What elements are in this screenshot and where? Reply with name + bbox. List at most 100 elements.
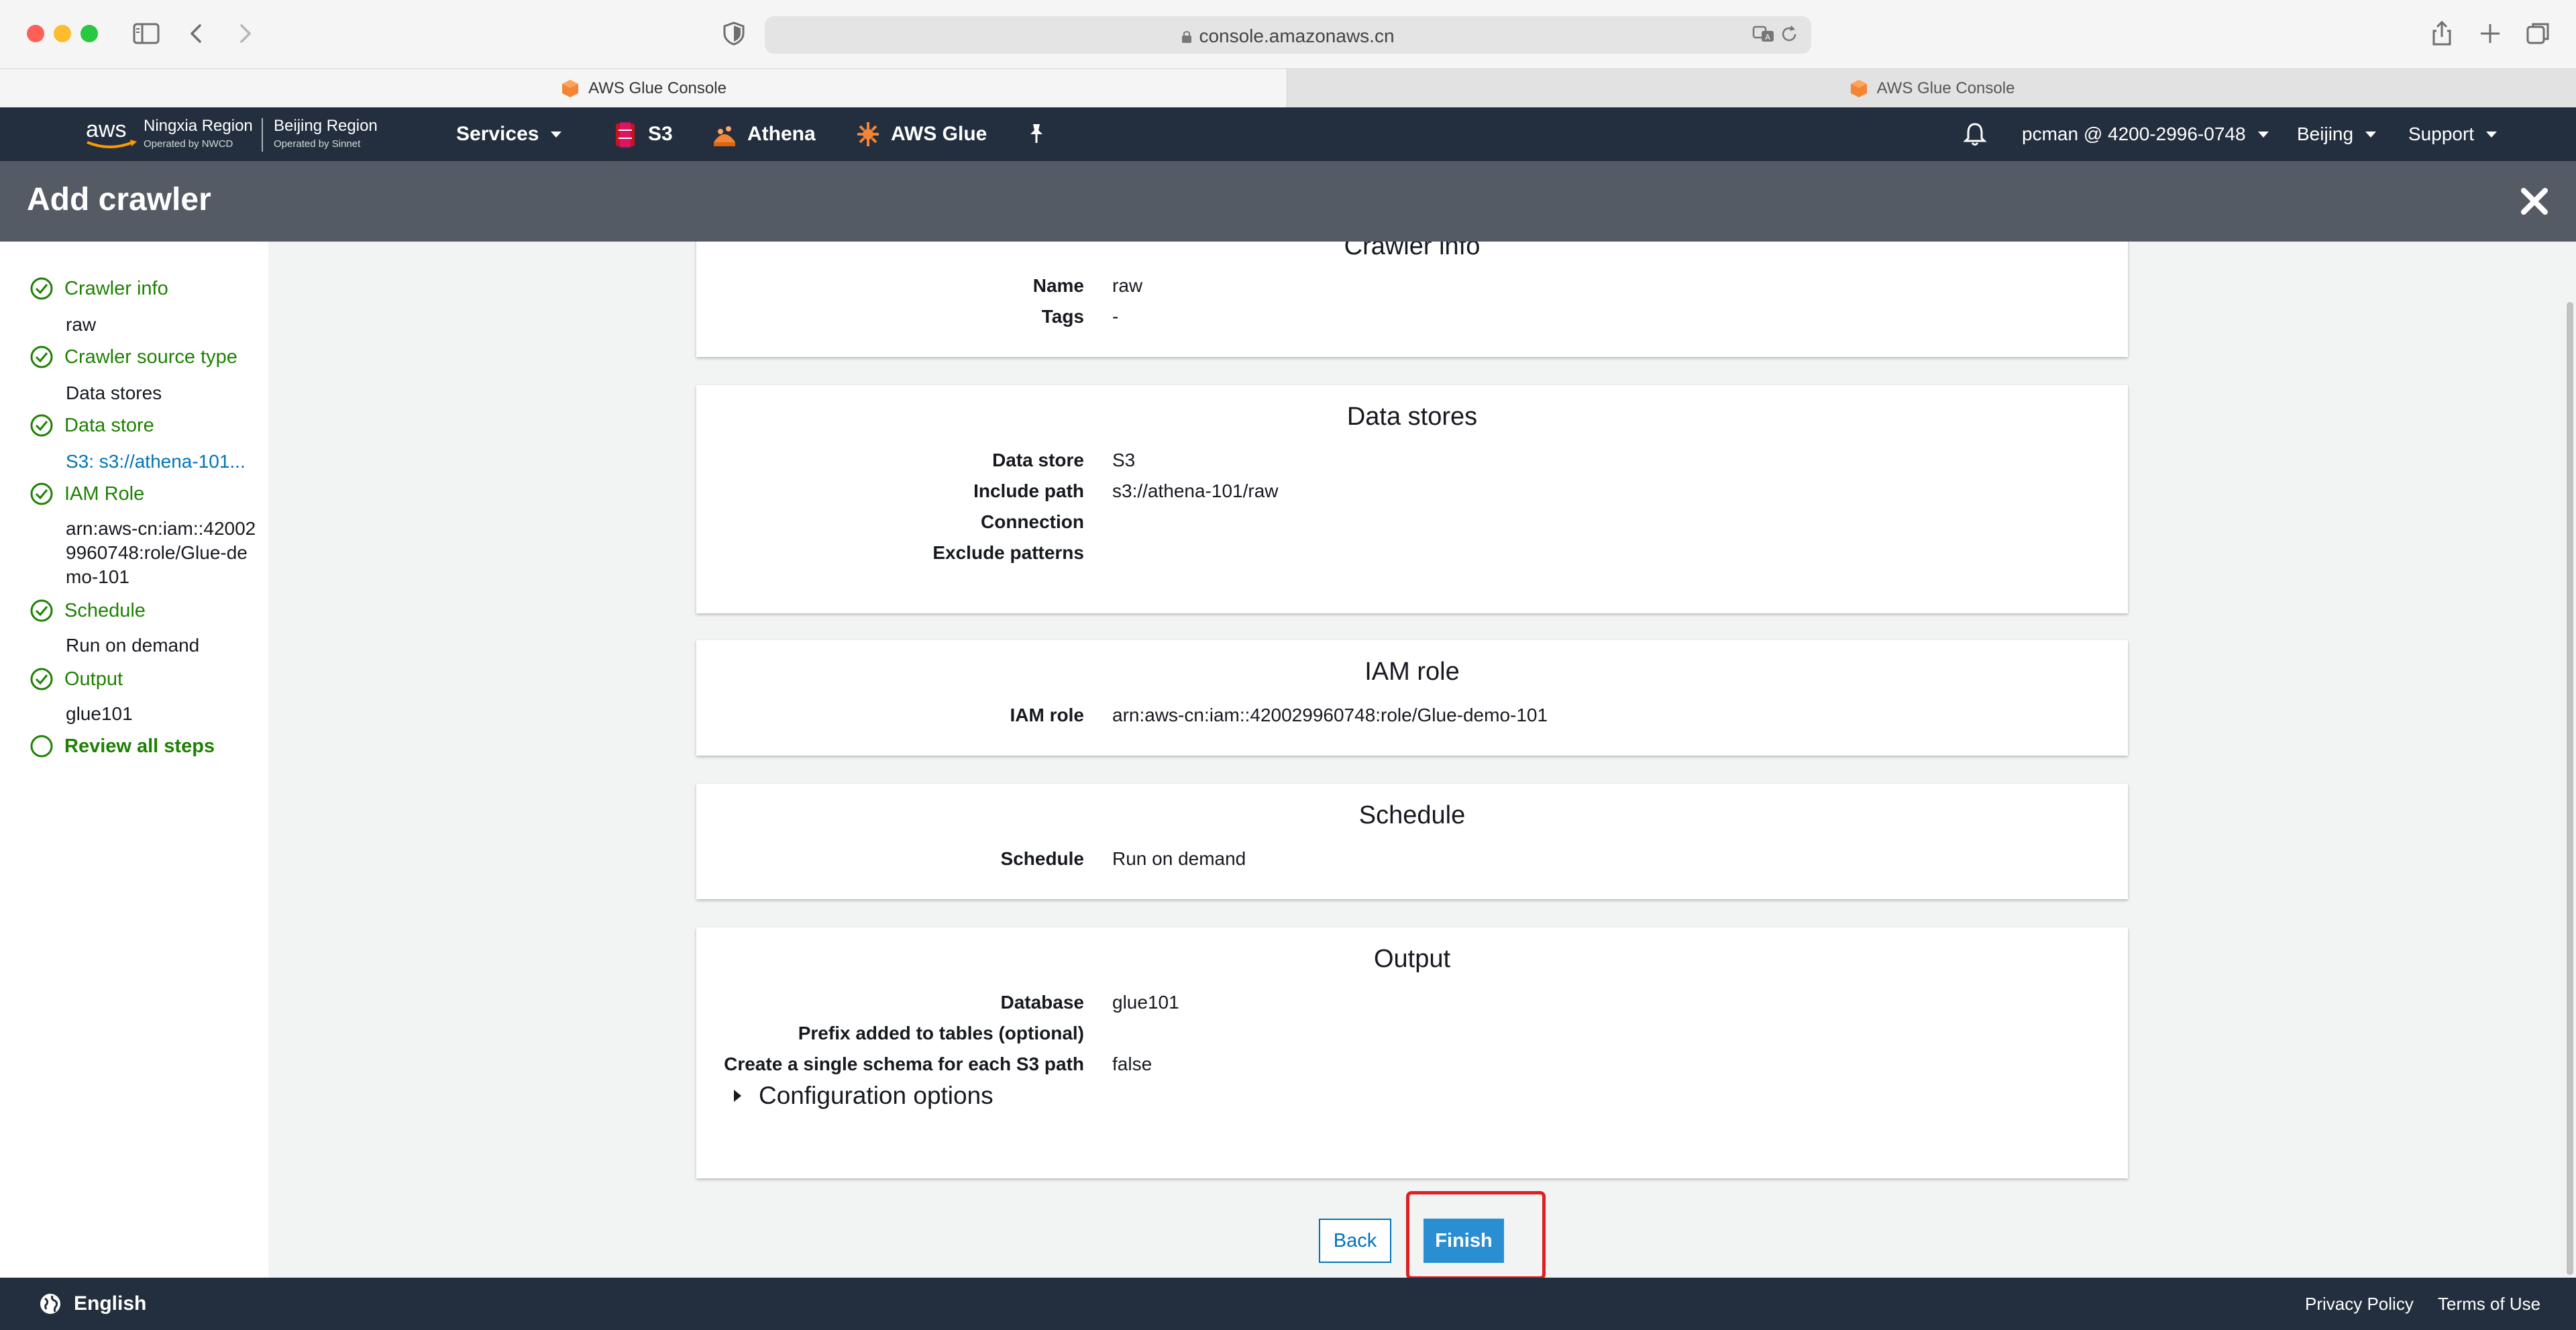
caret-down-icon	[2257, 131, 2269, 138]
crawler-info-card: Crawler info Name raw Tags -	[696, 242, 2128, 357]
athena-label: Athena	[747, 123, 816, 145]
bell-icon[interactable]	[1962, 121, 1988, 148]
plus-icon[interactable]	[2475, 19, 2505, 48]
page-title: Add crawler	[27, 182, 211, 217]
step-label: Schedule	[64, 599, 146, 621]
services-label: Services	[456, 123, 539, 145]
language-selector[interactable]: English	[74, 1292, 146, 1315]
review-main: Crawler info Name raw Tags - Data stores…	[268, 242, 2576, 1278]
globe-icon	[40, 1294, 60, 1314]
main-scrollbar[interactable]	[2567, 302, 2573, 1275]
minimize-window-button[interactable]	[54, 25, 71, 42]
support-menu[interactable]: Support	[2408, 107, 2498, 161]
region-beijing-name: Beijing Region	[274, 117, 378, 135]
row-iam-role: IAM role arn:aws-cn:iam::420029960748:ro…	[1010, 705, 1548, 725]
svg-text:aws: aws	[86, 117, 126, 142]
s3-icon	[616, 122, 635, 148]
step-label: Crawler source type	[64, 346, 237, 368]
tab-label: AWS Glue Console	[1876, 79, 2015, 97]
s3-shortcut[interactable]: S3	[612, 107, 673, 161]
glue-label: AWS Glue	[891, 123, 987, 145]
address-url: console.amazonaws.cn	[1199, 25, 1395, 46]
caret-right-icon	[734, 1090, 741, 1102]
glue-icon	[857, 122, 879, 146]
check-circle-icon	[30, 668, 53, 690]
browser-chrome: console.amazonaws.cn A AWS Glue Console …	[0, 0, 2576, 107]
chevron-right-icon[interactable]	[229, 19, 259, 48]
lock-icon	[1181, 27, 1192, 43]
athena-shortcut[interactable]: Athena	[711, 107, 816, 161]
row-data-store: Data store S3	[992, 450, 1136, 470]
tab-label: AWS Glue Console	[588, 79, 727, 97]
terms-of-use-link[interactable]: Terms of Use	[2438, 1294, 2540, 1315]
card-title: IAM role	[1364, 658, 1460, 686]
caret-down-icon	[2486, 131, 2498, 138]
configuration-options-label: Configuration options	[759, 1082, 994, 1109]
zoom-window-button[interactable]	[80, 25, 98, 42]
privacy-policy-link[interactable]: Privacy Policy	[2305, 1294, 2414, 1315]
address-bar[interactable]: console.amazonaws.cn A	[765, 16, 1811, 54]
glue-favicon-icon	[1850, 79, 1867, 97]
iam-role-card: IAM role IAM role arn:aws-cn:iam::420029…	[696, 640, 2128, 756]
caret-down-icon	[2365, 131, 2377, 138]
account-menu[interactable]: pcman @ 4200-2996-0748	[2022, 107, 2269, 161]
card-title: Crawler info	[1344, 242, 1481, 260]
region-menu[interactable]: Beijing	[2297, 107, 2377, 161]
close-icon[interactable]	[2518, 185, 2551, 217]
card-title: Schedule	[1358, 801, 1466, 829]
finish-highlight-annotation	[1406, 1191, 1546, 1278]
aws-logo[interactable]: aws	[83, 115, 141, 153]
step-value-link[interactable]: S3: s3://athena-101...	[66, 450, 254, 474]
row-schedule: Schedule Run on demand	[1000, 848, 1246, 869]
s3-label: S3	[648, 123, 673, 145]
step-crawler-source-type[interactable]: Crawler source type	[30, 345, 237, 369]
step-output[interactable]: Output	[30, 667, 123, 691]
step-label: Review all steps	[64, 735, 215, 757]
chevron-left-icon[interactable]	[182, 19, 212, 48]
pin-icon[interactable]	[1025, 122, 1048, 145]
step-iam-role[interactable]: IAM Role	[30, 482, 144, 506]
row-tags: Tags -	[1041, 306, 1119, 327]
data-stores-card: Data stores Data store S3 Include path s…	[696, 385, 2128, 613]
services-menu[interactable]: Services	[456, 107, 562, 161]
glue-shortcut[interactable]: AWS Glue	[855, 107, 987, 161]
aws-top-nav: aws Ningxia Region Operated by NWCD Beij…	[0, 107, 2576, 161]
browser-tab-active[interactable]: AWS Glue Console	[0, 68, 1287, 107]
check-circle-icon	[30, 346, 53, 368]
share-icon[interactable]	[2427, 19, 2457, 48]
configuration-options-toggle[interactable]: Configuration options	[734, 1082, 994, 1110]
row-name: Name raw	[1032, 275, 1143, 296]
row-connection: Connection	[981, 511, 1084, 532]
step-data-store[interactable]: Data store	[30, 413, 154, 438]
step-crawler-info[interactable]: Crawler info	[30, 276, 168, 301]
sidebar-icon[interactable]	[131, 19, 161, 48]
reload-icon[interactable]	[1779, 24, 1799, 44]
step-schedule[interactable]: Schedule	[30, 599, 146, 623]
console-footer: English Privacy Policy Terms of Use	[0, 1278, 2576, 1330]
empty-circle-icon	[30, 735, 53, 758]
card-title: Data stores	[1346, 403, 1478, 431]
region-ningxia-operator: Operated by NWCD	[144, 138, 233, 150]
row-database: Database glue101	[1000, 992, 1179, 1013]
row-single-schema: Create a single schema for each S3 path …	[724, 1054, 1152, 1074]
caret-down-icon	[551, 131, 562, 138]
step-label: Output	[64, 668, 123, 690]
region-ningxia-name: Ningxia Region	[144, 117, 253, 135]
wizard-steps-sidebar: Crawler info raw Crawler source type Dat…	[0, 242, 268, 1278]
page-header: Add crawler	[0, 161, 2576, 242]
shield-icon[interactable]	[720, 20, 747, 47]
step-value: arn:aws-cn:iam::420029960748:role/Glue-d…	[66, 518, 256, 587]
translate-icon[interactable]: A	[1752, 24, 1775, 44]
row-exclude-patterns: Exclude patterns	[932, 542, 1084, 563]
tabs-icon[interactable]	[2524, 19, 2553, 48]
step-review-all-steps[interactable]: Review all steps	[30, 734, 215, 758]
check-circle-icon	[30, 599, 53, 622]
region-beijing-operator: Operated by Sinnet	[274, 138, 361, 150]
output-card: Output Database glue101 Prefix added to …	[696, 927, 2128, 1178]
browser-tab[interactable]: AWS Glue Console	[1287, 68, 2576, 107]
close-window-button[interactable]	[27, 25, 44, 42]
region-label: Beijing	[2297, 123, 2354, 144]
back-button[interactable]: Back	[1319, 1219, 1391, 1263]
check-circle-icon	[30, 482, 53, 505]
row-table-prefix: Prefix added to tables (optional)	[798, 1023, 1084, 1043]
